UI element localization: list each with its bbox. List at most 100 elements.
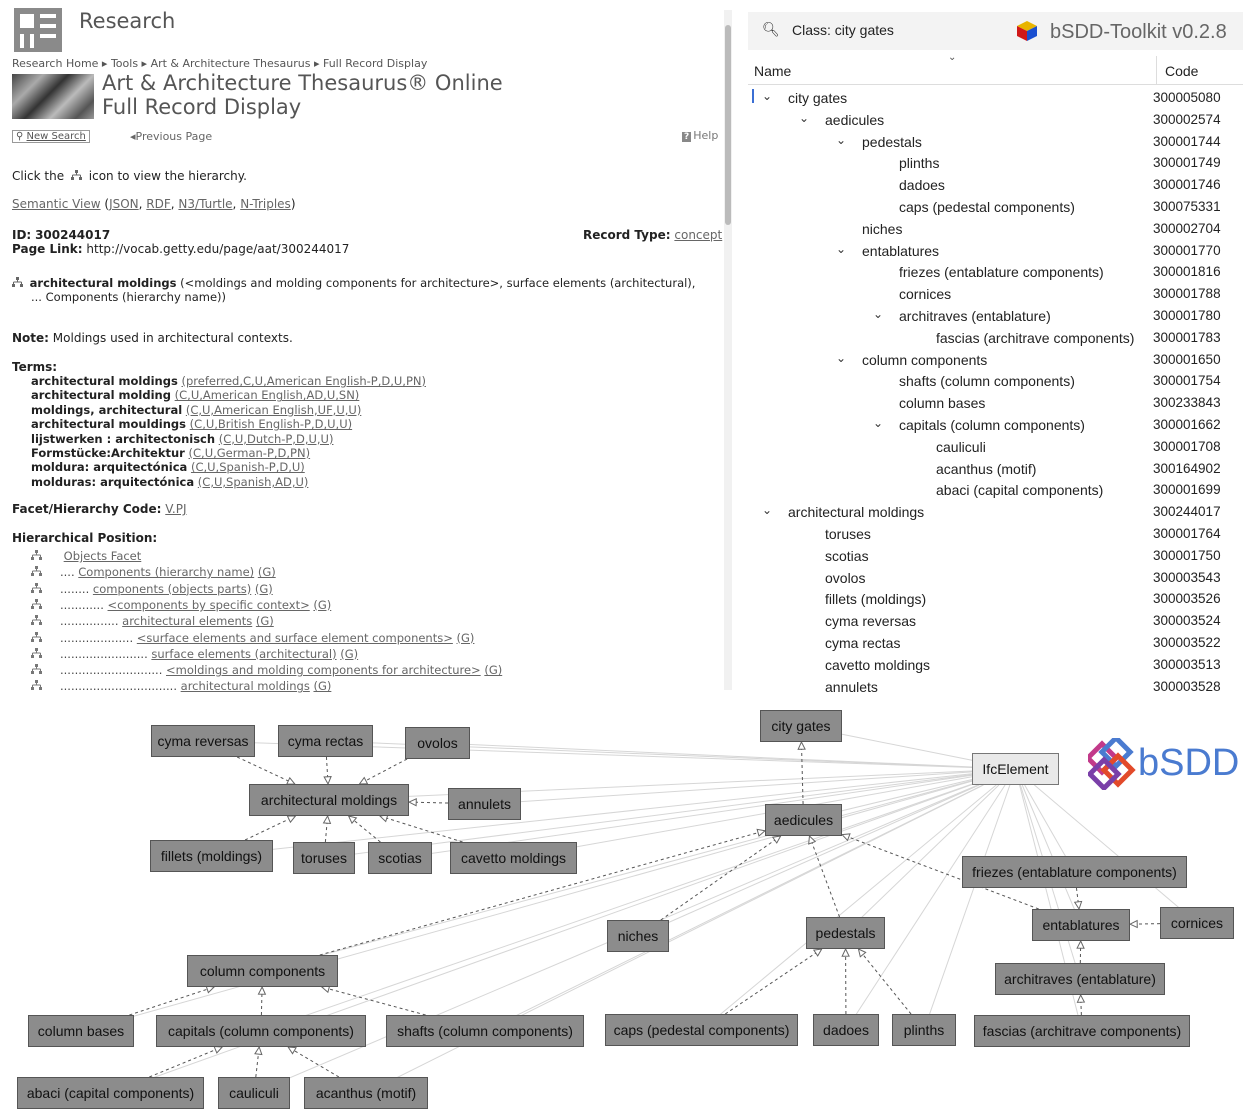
page-link-url[interactable]: http://vocab.getty.edu/page/aat/30024401… <box>86 242 349 256</box>
tree-row[interactable]: acanthus (motif) 300164902 <box>748 459 1243 480</box>
term-qualifiers[interactable]: (C,U,Dutch-P,D,U,U) <box>219 432 334 446</box>
chevron-down-icon[interactable]: ⌄ <box>873 416 883 430</box>
diagram-node-acanthus[interactable]: acanthus (motif) <box>304 1077 428 1109</box>
hierarchy-link[interactable]: <components by specific context> <box>108 598 310 612</box>
hierarchy-link[interactable]: Objects Facet <box>64 549 142 563</box>
tree-row[interactable]: column bases 300233843 <box>748 393 1243 414</box>
tree-row[interactable]: friezes (entablature components) 30000181… <box>748 262 1243 283</box>
diagram-node-cauliculi[interactable]: cauliculi <box>218 1077 290 1109</box>
diagram-node-niches[interactable]: niches <box>607 920 669 952</box>
record-type-link[interactable]: concept <box>674 228 722 242</box>
chevron-down-icon[interactable]: ⌄ <box>836 133 846 147</box>
diagram-node-fillets[interactable]: fillets (moldings) <box>150 840 273 872</box>
new-search-button[interactable]: ⚲ New Search <box>12 130 90 143</box>
search-icon[interactable]: 🔍︎ <box>762 21 780 38</box>
hierarchy-icon[interactable] <box>31 582 42 594</box>
term-qualifiers[interactable]: (C,U,American English,UF,U,U) <box>186 403 361 417</box>
diagram-node-annulets[interactable]: annulets <box>448 788 521 820</box>
tree-row[interactable]: ⌄ capitals (column components) 300001662 <box>748 415 1243 436</box>
diagram-node-plinths[interactable]: plinths <box>892 1014 956 1046</box>
tree-row[interactable]: cauliculi 300001708 <box>748 437 1243 458</box>
diagram-node-aedicules[interactable]: aedicules <box>765 804 842 836</box>
column-code-header[interactable]: Code <box>1165 63 1198 79</box>
diagram-node-ovolos[interactable]: ovolos <box>405 727 470 759</box>
hierarchy-icon[interactable] <box>31 647 42 659</box>
hierarchy-icon[interactable] <box>31 680 42 691</box>
diagram-node-cyma-reversas[interactable]: cyma reversas <box>151 725 255 757</box>
tree-row[interactable]: ovolos 300003543 <box>748 568 1243 589</box>
hierarchy-g-link[interactable]: (G) <box>258 565 276 579</box>
term-qualifiers[interactable]: (C,U,British English-P,D,U,U) <box>190 417 352 431</box>
hierarchy-link[interactable]: components (objects parts) <box>93 582 251 596</box>
hierarchy-g-link[interactable]: (G) <box>484 663 502 677</box>
vertical-scrollbar[interactable] <box>724 10 732 690</box>
diagram-node-shafts[interactable]: shafts (column components) <box>386 1015 584 1047</box>
hierarchy-g-link[interactable]: (G) <box>313 679 331 693</box>
diagram-node-scotias[interactable]: scotias <box>368 842 432 874</box>
tree-row[interactable]: niches 300002704 <box>748 219 1243 240</box>
semantic-view-link[interactable]: Semantic View <box>12 197 101 211</box>
column-name-header[interactable]: Name <box>754 63 791 79</box>
ntriples-link[interactable]: N-Triples <box>240 197 291 211</box>
column-separator[interactable] <box>1156 56 1157 84</box>
breadcrumb[interactable]: Research Home ▸ Tools ▸ Art & Architectu… <box>12 57 427 70</box>
hierarchy-icon[interactable] <box>31 631 42 643</box>
diagram-node-city-gates[interactable]: city gates <box>760 710 842 742</box>
getty-logo[interactable] <box>14 8 62 52</box>
class-field[interactable]: Class: city gates <box>792 22 894 38</box>
hierarchy-icon[interactable] <box>31 550 42 561</box>
tree-row[interactable]: cyma reversas 300003524 <box>748 611 1243 632</box>
tree-row[interactable]: annulets 300003528 <box>748 677 1243 698</box>
diagram-node-column-bases[interactable]: column bases <box>28 1015 134 1047</box>
diagram-node-toruses[interactable]: toruses <box>293 842 355 874</box>
diagram-node-fascias[interactable]: fascias (architrave components) <box>974 1015 1190 1047</box>
tree-row[interactable]: ⌄ architectural moldings 300244017 <box>748 502 1243 523</box>
diagram-node-dadoes[interactable]: dadoes <box>813 1014 879 1046</box>
diagram-node-caps[interactable]: caps (pedestal components) <box>605 1014 798 1046</box>
hierarchy-link[interactable]: architectural moldings <box>181 679 310 693</box>
chevron-down-icon[interactable]: ⌄ <box>836 351 846 365</box>
hierarchy-link[interactable]: surface elements (architectural) <box>151 647 336 661</box>
hierarchy-link[interactable]: architectural elements <box>122 614 252 628</box>
chevron-down-icon[interactable]: ⌄ <box>762 503 772 517</box>
tree-row[interactable]: cyma rectas 300003522 <box>748 633 1243 654</box>
hierarchy-g-link[interactable]: (G) <box>340 647 358 661</box>
previous-page-link[interactable]: ◂Previous Page <box>130 130 212 143</box>
diagram-node-arch-moldings[interactable]: architectural moldings <box>249 784 409 816</box>
hierarchy-icon[interactable] <box>31 615 42 626</box>
tree-row[interactable]: ⌄ aedicules 300002574 <box>748 110 1243 131</box>
sort-chevron-icon[interactable]: ⌄ <box>948 52 956 63</box>
scrollbar-thumb[interactable] <box>725 25 731 225</box>
hierarchy-link[interactable]: <surface elements and surface element co… <box>137 631 453 645</box>
diagram-node-architraves[interactable]: architraves (entablature) <box>995 963 1165 995</box>
diagram-node-entablatures[interactable]: entablatures <box>1032 909 1130 941</box>
diagram-node-column-components[interactable]: column components <box>187 955 338 987</box>
tree-row[interactable]: scotias 300001750 <box>748 546 1243 567</box>
tree-row[interactable]: fillets (moldings) 300003526 <box>748 589 1243 610</box>
diagram-node-pedestals[interactable]: pedestals <box>806 917 885 949</box>
diagram-node-cornices[interactable]: cornices <box>1160 907 1234 939</box>
tree-row[interactable]: caps (pedestal components) 300075331 <box>748 197 1243 218</box>
tree-row[interactable]: ⌄ column components 300001650 <box>748 350 1243 371</box>
term-qualifiers[interactable]: (C,U,German-P,D,PN) <box>189 446 311 460</box>
tree-row[interactable]: cornices 300001788 <box>748 284 1243 305</box>
hierarchy-g-link[interactable]: (G) <box>256 614 274 628</box>
term-qualifiers[interactable]: (C,U,Spanish-P,D,U) <box>191 460 305 474</box>
diagram-node-ifc[interactable]: IfcElement <box>972 753 1059 785</box>
json-link[interactable]: JSON <box>109 197 139 211</box>
hierarchy-icon[interactable] <box>12 277 23 288</box>
chevron-down-icon[interactable]: ⌄ <box>873 307 883 321</box>
rdf-link[interactable]: RDF <box>146 197 170 211</box>
term-qualifiers[interactable]: (preferred,C,U,American English-P,D,U,PN… <box>181 374 426 388</box>
hierarchy-g-link[interactable]: (G) <box>457 631 475 645</box>
tree-row[interactable]: ⌄ architraves (entablature) 300001780 <box>748 306 1243 327</box>
hierarchy-g-link[interactable]: (G) <box>313 598 331 612</box>
n3-link[interactable]: N3/Turtle <box>178 197 232 211</box>
hierarchy-icon[interactable] <box>31 566 42 577</box>
diagram-node-abaci[interactable]: abaci (capital components) <box>17 1077 204 1109</box>
hierarchy-link[interactable]: <moldings and molding components for arc… <box>166 663 481 677</box>
help-link[interactable]: ? Help <box>682 129 718 142</box>
tree-row[interactable]: plinths 300001749 <box>748 153 1243 174</box>
chevron-down-icon[interactable]: ⌄ <box>762 89 772 103</box>
hierarchy-icon[interactable] <box>31 664 42 675</box>
